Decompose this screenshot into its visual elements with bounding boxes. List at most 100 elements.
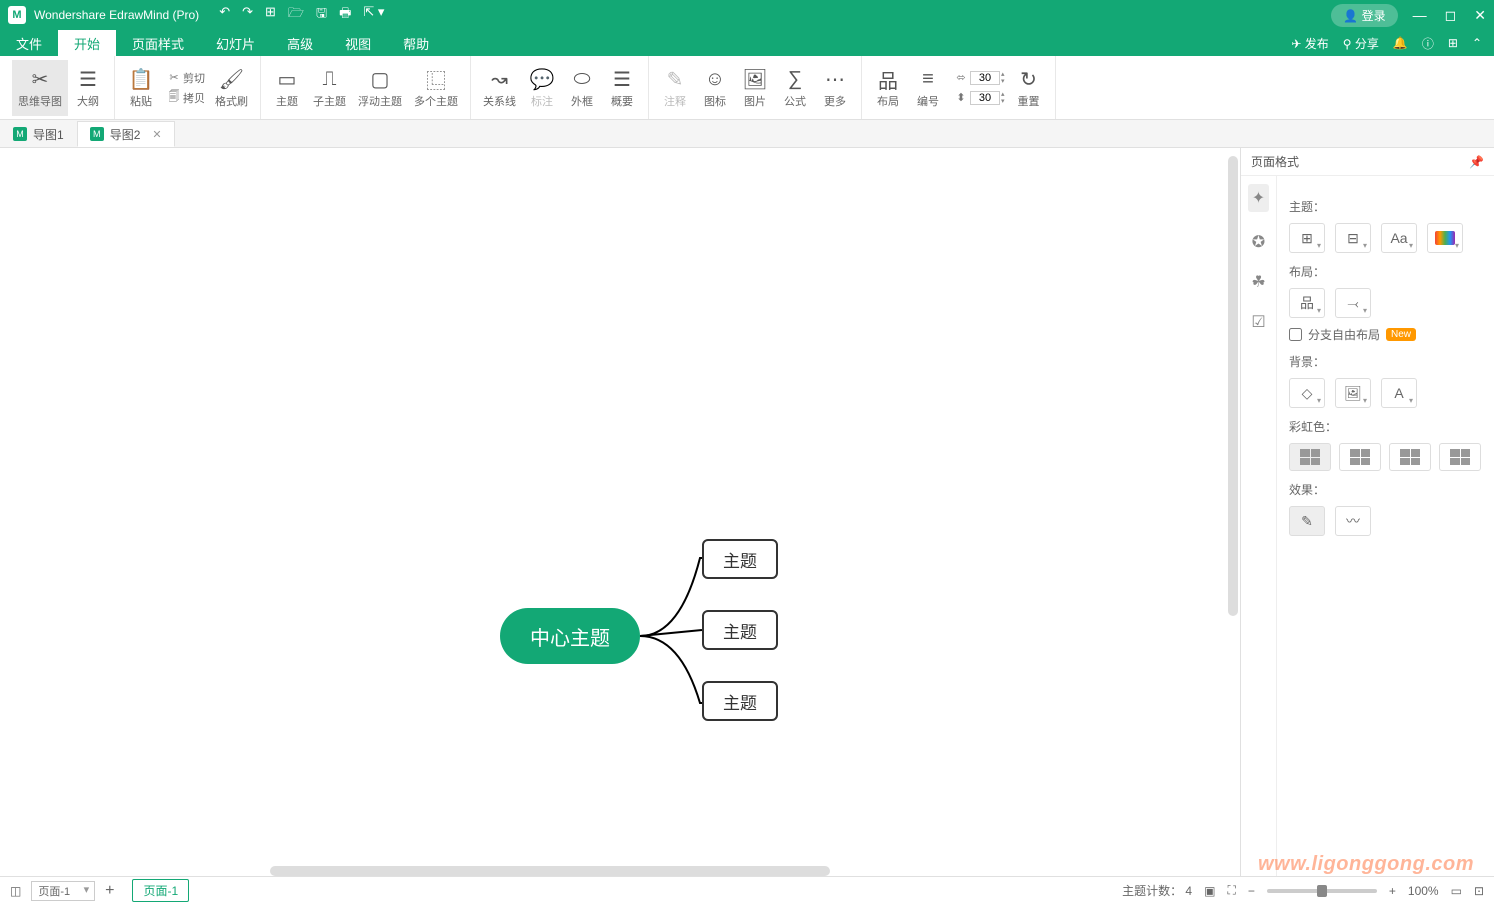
copy-button[interactable]: 🗐拷贝 [165,89,205,107]
height-input[interactable]: ⬍▴▾ [952,89,1005,107]
redo-icon[interactable]: ↷ [242,4,253,26]
horizontal-scrollbar[interactable] [270,866,830,876]
theme-rainbow-button[interactable] [1427,223,1463,253]
vertical-scrollbar[interactable] [1228,156,1238,616]
theme-color-button[interactable]: ⊟ [1335,223,1371,253]
paste-button[interactable]: 📋粘贴 [121,60,161,116]
collapse-ribbon-icon[interactable]: ⌃ [1472,36,1482,50]
effect-sketch-button[interactable]: 〰 [1335,506,1371,536]
topic-node-1[interactable]: 主题 [702,539,778,579]
maximize-icon[interactable]: ◻ [1445,7,1457,24]
connector-style-button[interactable]: ⤙ [1335,288,1371,318]
menu-start[interactable]: 开始 [58,30,116,56]
menu-advanced[interactable]: 高级 [271,30,329,56]
doc-tab-2[interactable]: M导图2✕ [77,121,175,147]
pin-icon[interactable]: 📌 [1469,155,1484,169]
layout-section-label: 布局： [1289,263,1482,280]
task-tab-icon[interactable]: ☑ [1251,312,1265,332]
page-panel-icon[interactable]: ◫ [10,884,21,898]
formula-button[interactable]: ∑公式 [775,60,815,116]
menu-view[interactable]: 视图 [329,30,387,56]
icon-library-tab-icon[interactable]: ✪ [1252,232,1265,252]
menu-bar: 文件 开始 页面样式 幻灯片 高级 视图 帮助 ✈ 发布 ⚲ 分享 🔔 ⓘ ⊞ … [0,30,1494,56]
fit-page-icon[interactable]: ▣ [1204,884,1215,898]
ribbon-toolbar: ✂思维导图 ☰大纲 📋粘贴 ✂剪切 🗐拷贝 🖌格式刷 ▭主题 ⎍子主题 ▢浮动主… [0,56,1494,120]
width-input[interactable]: ⬄▴▾ [952,69,1005,87]
close-icon[interactable]: ✕ [1474,7,1486,24]
rainbow-option-2[interactable] [1339,443,1381,471]
print-icon[interactable]: 🖶 [339,4,351,26]
publish-button[interactable]: ✈ 发布 [1291,35,1328,52]
close-tab-icon[interactable]: ✕ [152,128,161,141]
canvas[interactable]: 中心主题 主题 主题 主题 [0,148,1240,876]
rainbow-section-label: 彩虹色： [1289,418,1482,435]
menu-pagestyle[interactable]: 页面样式 [116,30,200,56]
zoom-actual-icon[interactable]: ⊡ [1474,884,1484,898]
rainbow-option-3[interactable] [1389,443,1431,471]
export-icon[interactable]: ⇱ ▾ [363,4,384,26]
format-painter-button[interactable]: 🖌格式刷 [209,60,254,116]
center-topic-node[interactable]: 中心主题 [500,608,640,664]
bg-image-button[interactable]: 🖼 [1335,378,1371,408]
rainbow-option-1[interactable] [1289,443,1331,471]
bg-fill-button[interactable]: ◇ [1289,378,1325,408]
floating-topic-button[interactable]: ▢浮动主题 [352,60,408,116]
note-button[interactable]: ✎注释 [655,60,695,116]
callout-button[interactable]: 💬标注 [522,60,562,116]
subtopic-button[interactable]: ⎍子主题 [307,60,352,116]
login-button[interactable]: 👤 登录 [1331,4,1397,27]
menu-file[interactable]: 文件 [0,30,58,56]
zoom-slider[interactable] [1267,889,1377,893]
title-bar: M Wondershare EdrawMind (Pro) ↶ ↷ ⊞ 🗁 🖫 … [0,0,1494,30]
page-selector[interactable]: 页面-1 [31,881,95,901]
outline-view-button[interactable]: ☰大纲 [68,60,108,116]
undo-icon[interactable]: ↶ [219,4,230,26]
bg-watermark-button[interactable]: A [1381,378,1417,408]
topic-node-3[interactable]: 主题 [702,681,778,721]
main-area: 中心主题 主题 主题 主题 页面格式 📌 ✦ ✪ ☘ ☑ 主题： [0,148,1494,876]
open-icon[interactable]: 🗁 [288,4,304,26]
app-title: Wondershare EdrawMind (Pro) [34,8,199,22]
zoom-value: 100% [1408,884,1439,898]
layout-type-button[interactable]: 品 [1289,288,1325,318]
number-button[interactable]: ≡编号 [908,60,948,116]
relation-button[interactable]: ↝关系线 [477,60,522,116]
minimize-icon[interactable]: — [1413,7,1427,24]
zoom-fit-icon[interactable]: ▭ [1451,884,1462,898]
share-button[interactable]: ⚲ 分享 [1343,35,1379,52]
cut-button[interactable]: ✂剪切 [165,69,205,87]
menu-slides[interactable]: 幻灯片 [200,30,271,56]
layout-button[interactable]: 品布局 [868,60,908,116]
doc-tab-1[interactable]: M导图1 [0,121,77,147]
page-tab[interactable]: 页面-1 [132,879,189,902]
apps-icon[interactable]: ⊞ [1448,36,1458,50]
menu-help[interactable]: 帮助 [387,30,445,56]
zoom-in-icon[interactable]: + [1389,884,1396,898]
more-button[interactable]: ⋯更多 [815,60,855,116]
image-button[interactable]: 🖼图片 [735,60,775,116]
boundary-button[interactable]: ⬭外框 [562,60,602,116]
document-tabs: M导图1 M导图2✕ [0,120,1494,148]
rainbow-option-4[interactable] [1439,443,1481,471]
theme-font-button[interactable]: Aa [1381,223,1417,253]
right-side-panel: 页面格式 📌 ✦ ✪ ☘ ☑ 主题： ⊞ ⊟ Aa [1240,148,1494,876]
help-icon[interactable]: ⓘ [1422,35,1434,52]
branch-free-checkbox[interactable]: 分支自由布局New [1289,326,1482,343]
multiple-topic-button[interactable]: ⿺多个主题 [408,60,464,116]
style-tab-icon[interactable]: ✦ [1248,184,1269,212]
save-icon[interactable]: 🖫 [316,4,327,26]
mindmap-view-button[interactable]: ✂思维导图 [12,60,68,116]
new-icon[interactable]: ⊞ [265,4,276,26]
fullscreen-icon[interactable]: ⛶ [1227,883,1235,898]
zoom-out-icon[interactable]: − [1248,884,1255,898]
topic-node-2[interactable]: 主题 [702,610,778,650]
add-page-icon[interactable]: + [105,882,114,900]
topic-button[interactable]: ▭主题 [267,60,307,116]
theme-style-button[interactable]: ⊞ [1289,223,1325,253]
reset-button[interactable]: ↻重置 [1009,60,1049,116]
effect-pen-button[interactable]: ✎ [1289,506,1325,536]
notification-icon[interactable]: 🔔 [1393,36,1408,50]
icon-button[interactable]: ☺图标 [695,60,735,116]
summary-button[interactable]: ☰概要 [602,60,642,116]
clipart-tab-icon[interactable]: ☘ [1251,272,1265,292]
